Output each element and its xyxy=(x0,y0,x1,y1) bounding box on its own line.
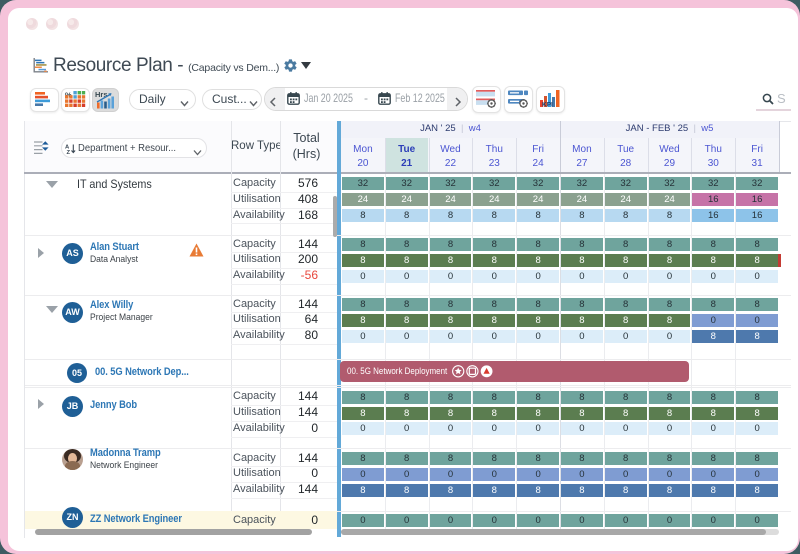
svg-text:KPI: KPI xyxy=(542,102,553,109)
svg-text:Z: Z xyxy=(67,150,71,154)
